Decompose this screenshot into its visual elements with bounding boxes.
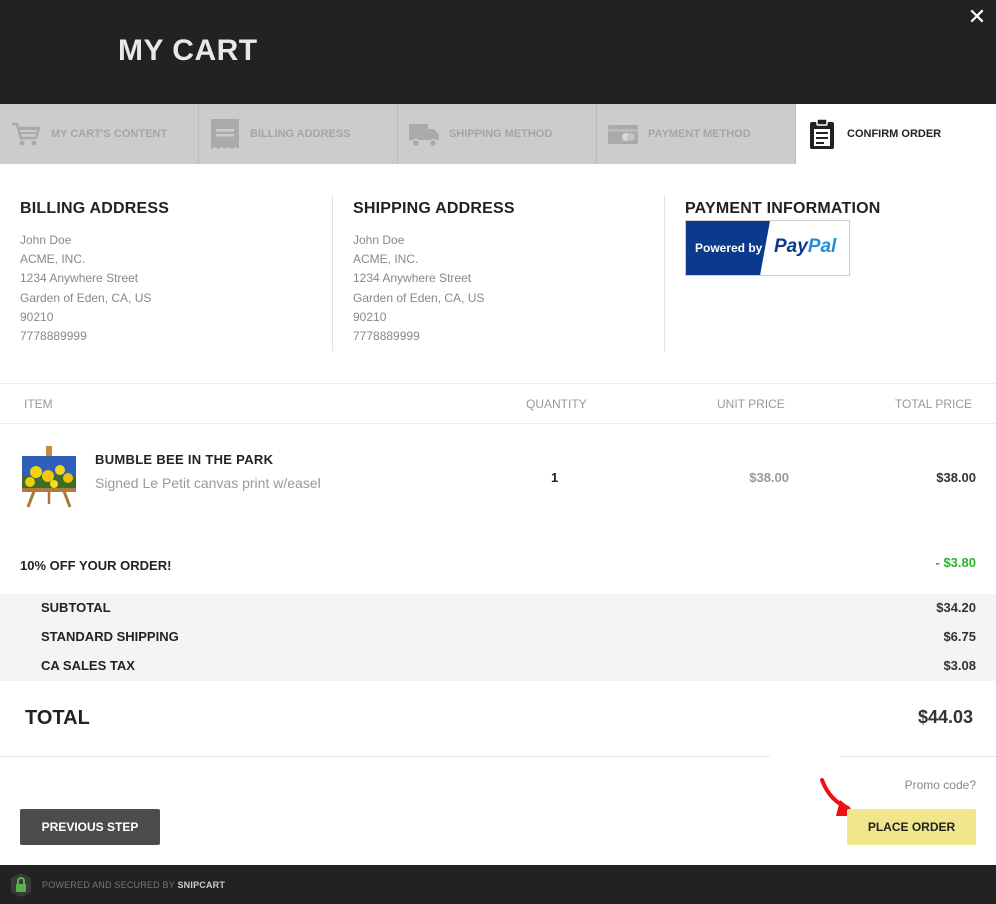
footer-secured-text: POWERED AND SECURED BY SNIPCART [42,880,225,890]
address-line: 1234 Anywhere Street [353,271,472,286]
summary-label: SUBTOTAL [41,600,111,615]
close-icon[interactable]: ✕ [966,6,988,28]
column-header-total-price: TOTAL PRICE [894,397,972,411]
shipping-address-heading: SHIPPING ADDRESS [353,200,515,217]
item-name: BUMBLE BEE IN THE PARK [95,452,274,467]
receipt-icon [211,119,239,149]
address-line: 90210 [353,309,387,324]
previous-step-button[interactable]: PREVIOUS STEP [20,809,160,845]
truck-icon [409,124,439,148]
summary-value: $3.08 [943,658,976,673]
clipboard-icon [810,118,834,149]
step-label: CONFIRM ORDER [847,128,942,140]
step-label: PAYMENT METHOD [648,128,751,140]
step-confirm-order[interactable]: CONFIRM ORDER [796,104,996,164]
checkout-steps: MY CART'S CONTENT BILLING ADDRESS SHIPPI… [0,104,996,164]
promo-code-link[interactable]: Promo code? [905,778,976,792]
shipping-address-section: SHIPPING ADDRESS John Doe ACME, INC. 123… [353,200,515,346]
step-billing-address[interactable]: BILLING ADDRESS [199,104,398,164]
step-cart-content[interactable]: MY CART'S CONTENT [0,104,199,164]
payment-information-section: PAYMENT INFORMATION [685,200,881,218]
item-total-price: $38.00 [936,470,976,485]
footer-brand: SNIPCART [177,880,226,890]
divider [840,756,996,757]
step-payment-method[interactable]: PAYMENT METHOD [597,104,796,164]
step-shipping-method[interactable]: SHIPPING METHOD [398,104,597,164]
summary-label: STANDARD SHIPPING [41,629,179,644]
item-quantity: 1 [551,470,559,485]
address-line: 90210 [20,309,54,324]
address-line: 7778889999 [20,329,87,344]
paypal-logo-pal: Pal [807,236,837,257]
column-header-quantity: QUANTITY [526,397,587,411]
billing-address-section: BILLING ADDRESS John Doe ACME, INC. 1234… [20,200,169,346]
lock-icon [11,873,31,897]
total-label: TOTAL [25,707,90,729]
product-thumbnail [22,446,76,508]
footer-prefix: POWERED AND SECURED BY [42,880,175,890]
divider [0,383,996,384]
modal-header: MY CART ✕ [0,0,996,104]
summary-value: $34.20 [936,600,976,615]
paypal-logo-pay: Pay [774,236,808,257]
order-summary: SUBTOTAL $34.20 STANDARD SHIPPING $6.75 … [0,594,996,681]
paypal-badge: Powered by PayPal [685,220,850,276]
address-line: 7778889999 [353,329,420,344]
address-line: Garden of Eden, CA, US [353,290,485,305]
cart-icon [12,122,41,146]
column-divider [664,196,665,351]
summary-label: CA SALES TAX [41,658,135,673]
divider [0,756,770,757]
place-order-button[interactable]: PLACE ORDER [847,809,976,845]
discount-value: - $3.80 [935,555,976,570]
item-unit-price: $38.00 [749,470,789,485]
address-line: ACME, INC. [353,252,419,267]
step-label: BILLING ADDRESS [250,128,351,140]
item-description: Signed Le Petit canvas print w/easel [95,475,321,491]
step-label: SHIPPING METHOD [449,128,553,140]
shipping-address-lines: John Doe ACME, INC. 1234 Anywhere Street… [353,231,515,346]
summary-row-tax: CA SALES TAX $3.08 [0,658,996,678]
address-line: 1234 Anywhere Street [20,271,139,286]
paypal-logo: PayPal [774,236,836,258]
column-divider [332,196,333,351]
payment-information-heading: PAYMENT INFORMATION [685,200,881,217]
billing-address-heading: BILLING ADDRESS [20,200,170,217]
page-title: MY CART [118,34,258,67]
summary-value: $6.75 [943,629,976,644]
credit-card-icon [608,125,638,144]
address-line: Garden of Eden, CA, US [20,290,152,305]
summary-row-subtotal: SUBTOTAL $34.20 [0,600,996,620]
discount-label: 10% OFF YOUR ORDER! [20,558,172,573]
footer-bar: POWERED AND SECURED BY SNIPCART [0,865,996,904]
address-line: John Doe [353,233,405,247]
step-label: MY CART'S CONTENT [51,128,168,140]
address-line: ACME, INC. [20,252,86,267]
column-header-unit-price: UNIT PRICE [717,397,785,411]
divider [0,423,996,424]
total-value: $44.03 [917,707,973,727]
summary-row-shipping: STANDARD SHIPPING $6.75 [0,629,996,649]
billing-address-lines: John Doe ACME, INC. 1234 Anywhere Street… [20,231,169,346]
paypal-powered-text: Powered by [695,241,763,255]
column-header-item: ITEM [24,397,53,411]
address-line: John Doe [20,233,72,247]
